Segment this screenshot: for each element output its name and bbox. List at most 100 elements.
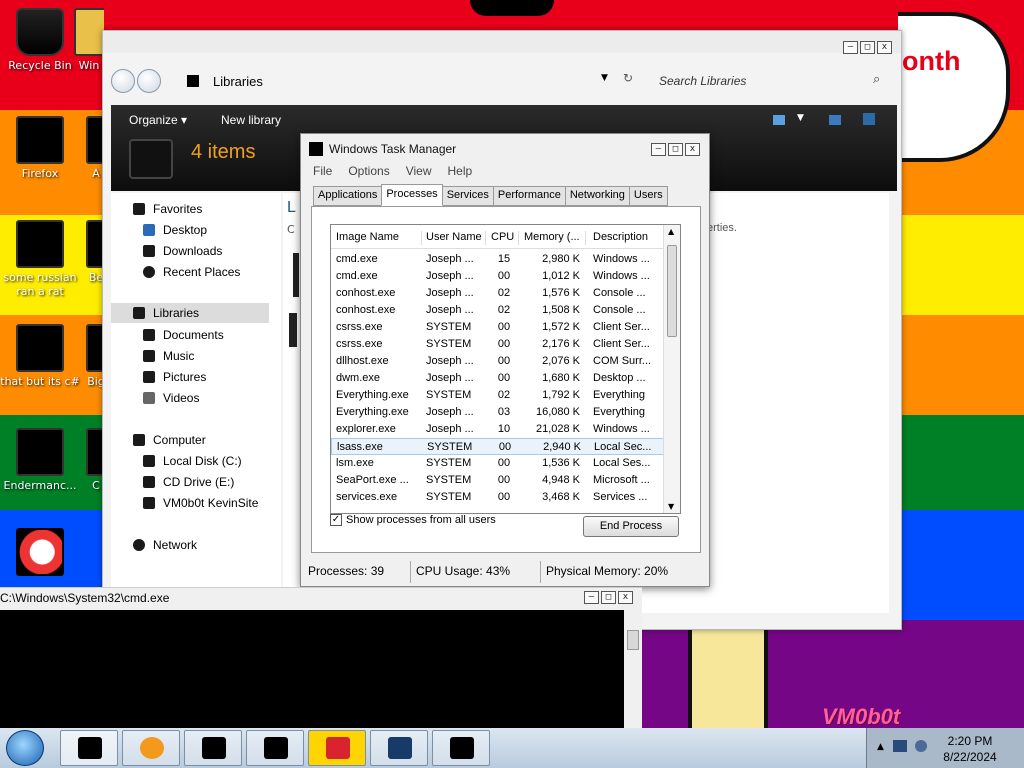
- clock[interactable]: 2:20 PM 8/22/2024: [920, 733, 1020, 765]
- view-dropdown-icon[interactable]: ▼: [797, 113, 804, 123]
- taskbar-media-player[interactable]: [122, 730, 180, 766]
- back-button[interactable]: [111, 69, 135, 93]
- table-row[interactable]: conhost.exe Joseph ... 02 1,576 K Console ..…: [331, 285, 664, 302]
- nav-favorites[interactable]: Favorites: [133, 199, 202, 219]
- network-tray-icon[interactable]: [893, 740, 907, 752]
- nav-recent-places[interactable]: Recent Places: [143, 262, 240, 282]
- maximize-button[interactable]: □: [668, 143, 683, 156]
- new-library-button[interactable]: New library: [221, 113, 281, 127]
- menu-options[interactable]: Options: [348, 164, 389, 184]
- cmd-scrollbar[interactable]: [624, 610, 642, 731]
- table-row[interactable]: csrss.exe SYSTEM 00 1,572 K Client Ser...: [331, 319, 664, 336]
- view-icon[interactable]: [773, 115, 785, 125]
- search-icon[interactable]: ⌕: [873, 72, 880, 87]
- task-manager-window[interactable]: Windows Task Manager – □ x File Options …: [300, 133, 710, 587]
- nav-documents[interactable]: Documents: [143, 325, 224, 345]
- scroll-thumb[interactable]: [627, 630, 639, 650]
- end-process-button[interactable]: End Process: [583, 516, 679, 537]
- taskbar-task-manager[interactable]: [432, 730, 490, 766]
- table-row[interactable]: Everything.exe SYSTEM 02 1,792 K Everything: [331, 387, 664, 404]
- scroll-up-icon[interactable]: ▲: [668, 227, 674, 236]
- minimize-button[interactable]: –: [843, 41, 858, 54]
- maximize-button[interactable]: □: [860, 41, 875, 54]
- cmd-window[interactable]: C:\Windows\System32\cmd.exe – □ x: [0, 587, 642, 731]
- desktop-icon-russian-rat[interactable]: some russian ran a rat: [0, 220, 80, 299]
- address-libraries[interactable]: Libraries: [213, 74, 263, 89]
- desktop-icon-media-player[interactable]: [0, 528, 80, 579]
- desktop-icon-csharp[interactable]: that but its c#: [0, 324, 80, 389]
- table-row[interactable]: services.exe SYSTEM 00 3,468 K Services ...: [331, 489, 664, 506]
- nav-cd-drive[interactable]: CD Drive (E:): [143, 472, 234, 492]
- tab-networking[interactable]: Networking: [564, 186, 630, 206]
- menu-view[interactable]: View: [406, 164, 432, 184]
- refresh-icon[interactable]: ↻: [623, 71, 633, 85]
- forward-button[interactable]: [137, 69, 161, 93]
- tab-users[interactable]: Users: [628, 186, 668, 206]
- nav-downloads[interactable]: Downloads: [143, 241, 222, 261]
- checkbox-box[interactable]: ✓: [330, 514, 342, 526]
- cmd-titlebar[interactable]: C:\Windows\System32\cmd.exe – □ x: [0, 588, 642, 610]
- table-row[interactable]: cmd.exe Joseph ... 15 2,980 K Windows ...: [331, 251, 664, 268]
- column-image-name[interactable]: Image Name: [336, 231, 422, 245]
- process-list[interactable]: Image Name User Name CPU Memory (... Des…: [330, 224, 681, 514]
- nav-libraries[interactable]: Libraries: [111, 303, 269, 323]
- close-button[interactable]: x: [877, 41, 892, 54]
- table-row[interactable]: dwm.exe Joseph ... 00 1,680 K Desktop ...: [331, 370, 664, 387]
- show-all-processes-checkbox[interactable]: ✓ Show processes from all users: [330, 514, 496, 526]
- search-input[interactable]: Search Libraries: [659, 67, 891, 95]
- menu-file[interactable]: File: [313, 164, 332, 184]
- tab-processes[interactable]: Processes: [381, 184, 443, 206]
- address-dropdown-icon[interactable]: ▼: [601, 73, 608, 83]
- menu-help[interactable]: Help: [448, 164, 473, 184]
- column-description[interactable]: Description: [593, 231, 663, 245]
- minimize-button[interactable]: –: [584, 591, 599, 604]
- maximize-button[interactable]: □: [601, 591, 616, 604]
- desktop-icon-win[interactable]: Win: [74, 8, 104, 73]
- nav-local-disk[interactable]: Local Disk (C:): [143, 451, 242, 471]
- scroll-down-icon[interactable]: ▼: [668, 502, 674, 511]
- help-icon[interactable]: [863, 113, 875, 125]
- nav-videos[interactable]: Videos: [143, 388, 199, 408]
- table-row[interactable]: Everything.exe Joseph ... 03 16,080 K Everyt…: [331, 404, 664, 421]
- taskbar-cmd[interactable]: [370, 730, 428, 766]
- close-button[interactable]: x: [618, 591, 633, 604]
- library-item-icon[interactable]: [289, 313, 297, 347]
- process-list-scrollbar[interactable]: ▲ ▼: [663, 225, 680, 513]
- minimize-button[interactable]: –: [651, 143, 666, 156]
- nav-computer[interactable]: Computer: [133, 430, 206, 450]
- task-manager-titlebar[interactable]: Windows Task Manager: [301, 134, 709, 164]
- explorer-titlebar[interactable]: [103, 31, 901, 53]
- tab-services[interactable]: Services: [441, 186, 494, 206]
- nav-music[interactable]: Music: [143, 346, 194, 366]
- table-row[interactable]: csrss.exe SYSTEM 00 2,176 K Client Ser...: [331, 336, 664, 353]
- column-cpu[interactable]: CPU: [491, 231, 519, 245]
- start-button[interactable]: [6, 730, 44, 766]
- table-row[interactable]: conhost.exe Joseph ... 02 1,508 K Console ..…: [331, 302, 664, 319]
- table-row[interactable]: dllhost.exe Joseph ... 00 2,076 K COM Surr..…: [331, 353, 664, 370]
- nav-network[interactable]: Network: [133, 535, 197, 555]
- tab-performance[interactable]: Performance: [492, 186, 566, 206]
- taskbar-app-2[interactable]: [246, 730, 304, 766]
- table-row[interactable]: lsass.exe SYSTEM 00 2,940 K Local Sec...: [331, 438, 664, 455]
- taskbar-app-1[interactable]: [184, 730, 242, 766]
- desktop-icon-enderman[interactable]: Endermanc...: [0, 428, 80, 493]
- library-item-icon[interactable]: [293, 253, 299, 297]
- column-user-name[interactable]: User Name: [426, 231, 486, 245]
- column-memory[interactable]: Memory (...: [524, 231, 586, 245]
- taskbar-app-3[interactable]: [308, 730, 366, 766]
- table-row[interactable]: SeaPort.exe ... SYSTEM 00 4,948 K Microsoft …: [331, 472, 664, 489]
- table-row[interactable]: explorer.exe Joseph ... 10 21,028 K Windows …: [331, 421, 664, 438]
- taskbar-explorer[interactable]: [60, 730, 118, 766]
- desktop-icon-firefox[interactable]: Firefox: [0, 116, 80, 181]
- desktop-icon-recycle-bin[interactable]: Recycle Bin: [0, 8, 80, 73]
- tray-expand-icon[interactable]: ▲: [877, 742, 884, 752]
- scroll-thumb[interactable]: [667, 245, 677, 337]
- preview-pane-icon[interactable]: [829, 115, 841, 125]
- table-row[interactable]: lsm.exe SYSTEM 00 1,536 K Local Ses...: [331, 455, 664, 472]
- close-button[interactable]: x: [685, 143, 700, 156]
- organize-button[interactable]: Organize ▾: [129, 113, 187, 127]
- nav-desktop[interactable]: Desktop: [143, 220, 207, 240]
- tab-applications[interactable]: Applications: [313, 186, 383, 206]
- nav-pictures[interactable]: Pictures: [143, 367, 206, 387]
- nav-vm-drive[interactable]: VM0b0t KevinSite: [143, 493, 258, 513]
